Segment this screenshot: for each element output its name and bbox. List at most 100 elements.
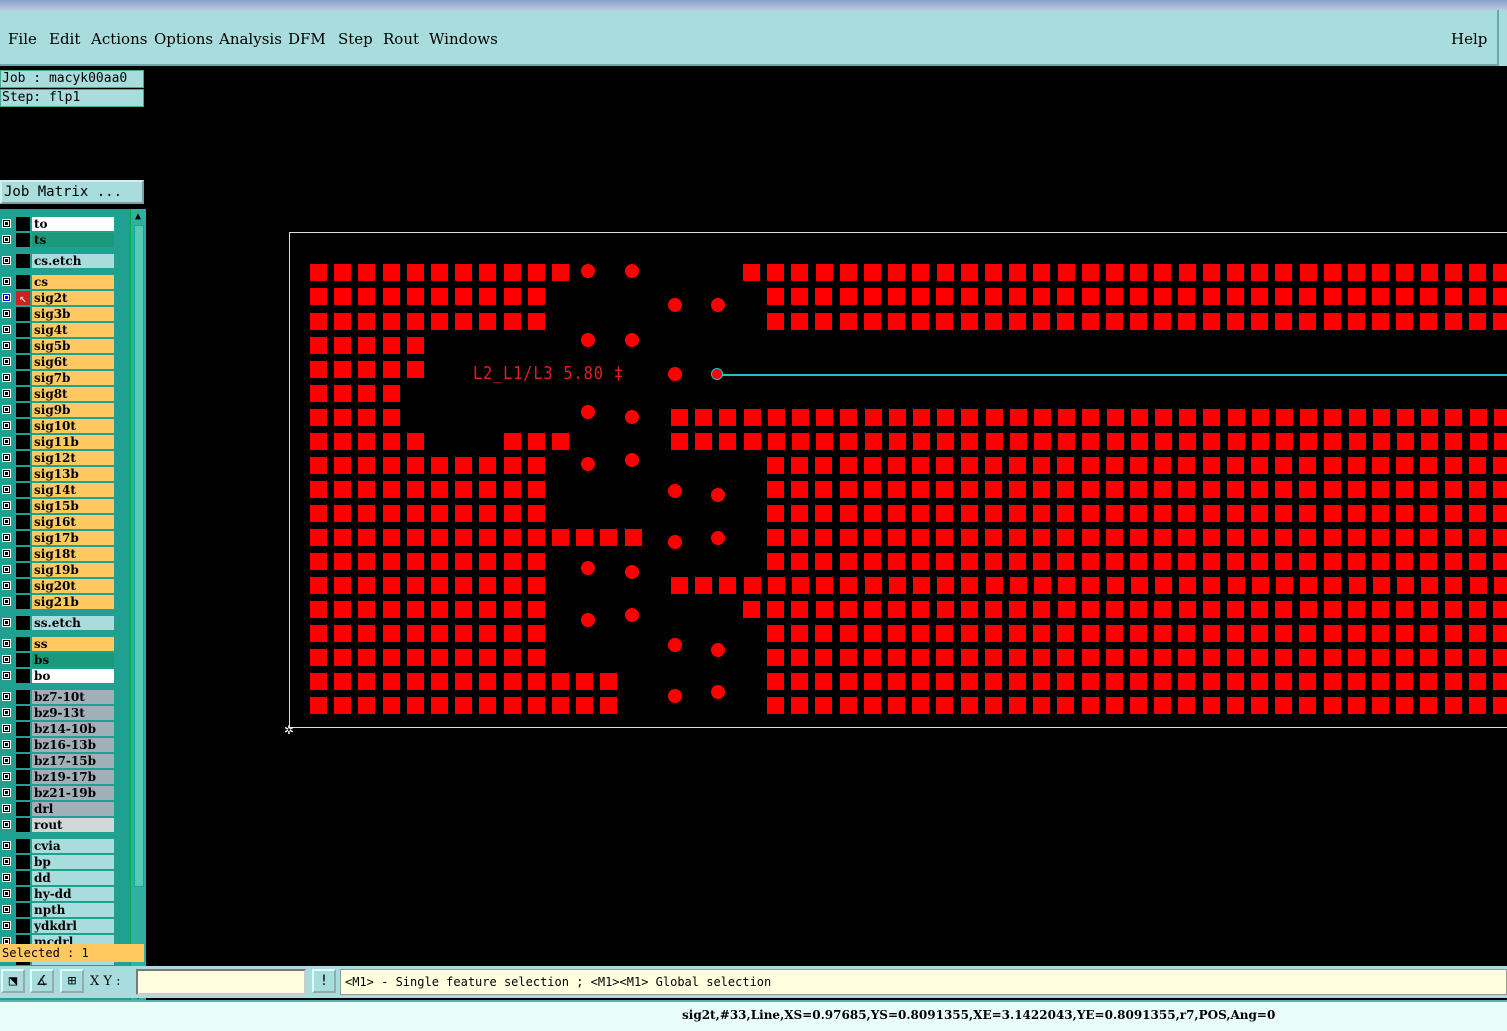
layer-marker[interactable]	[16, 770, 30, 784]
layer-checkbox[interactable]	[2, 565, 11, 574]
scroll-up-arrow-icon[interactable]: ▲	[133, 211, 143, 223]
layer-marker[interactable]	[16, 307, 30, 321]
layer-checkbox[interactable]	[2, 857, 11, 866]
layer-marker[interactable]	[16, 233, 30, 247]
layer-row-rout[interactable]: rout	[0, 817, 130, 833]
layer-checkbox[interactable]	[2, 357, 11, 366]
layer-row-sig19b[interactable]: sig19b	[0, 562, 130, 578]
layer-row-sig21b[interactable]: sig21b	[0, 594, 130, 610]
layer-name[interactable]: sig19b	[32, 563, 114, 577]
layer-checkbox[interactable]	[2, 517, 11, 526]
layer-row-cs[interactable]: cs	[0, 274, 130, 290]
job-matrix-button[interactable]: Job Matrix ...	[0, 180, 144, 204]
layer-checkbox[interactable]	[2, 708, 11, 717]
layer-row-ydkdrl[interactable]: ydkdrl	[0, 918, 130, 934]
layer-marker[interactable]	[16, 722, 30, 736]
layer-name[interactable]: sig18t	[32, 547, 114, 561]
layer-marker[interactable]	[16, 579, 30, 593]
layer-name[interactable]: to	[32, 217, 114, 231]
layer-name[interactable]: ts	[32, 233, 114, 247]
layer-marker[interactable]	[16, 371, 30, 385]
layer-marker[interactable]	[16, 355, 30, 369]
alert-icon[interactable]: !	[312, 969, 336, 993]
layer-row-bz14-10b[interactable]: bz14-10b	[0, 721, 130, 737]
layer-checkbox[interactable]	[2, 921, 11, 930]
layer-checkbox[interactable]	[2, 309, 11, 318]
layer-checkbox[interactable]	[2, 549, 11, 558]
layer-row-sig3b[interactable]: sig3b	[0, 306, 130, 322]
layer-marker[interactable]	[16, 435, 30, 449]
layer-checkbox[interactable]	[2, 437, 11, 446]
layer-row-bo[interactable]: bo	[0, 668, 130, 684]
layer-checkbox[interactable]	[2, 325, 11, 334]
layer-row-cvia[interactable]: cvia	[0, 838, 130, 854]
layer-name[interactable]: bo	[32, 669, 114, 683]
layer-checkbox[interactable]	[2, 804, 11, 813]
layer-checkbox[interactable]	[2, 597, 11, 606]
layer-marker[interactable]	[16, 451, 30, 465]
layer-name[interactable]: drl	[32, 802, 114, 816]
layer-row-drl[interactable]: drl	[0, 801, 130, 817]
menu-windows[interactable]: Windows	[429, 30, 498, 48]
layer-name[interactable]: rout	[32, 818, 114, 832]
layer-name[interactable]: dd	[32, 871, 114, 885]
layer-marker[interactable]	[16, 323, 30, 337]
layer-row-sig13b[interactable]: sig13b	[0, 466, 130, 482]
layer-row-cs.etch[interactable]: cs.etch	[0, 253, 130, 269]
layer-row-sig5b[interactable]: sig5b	[0, 338, 130, 354]
layer-row-ss[interactable]: ss	[0, 636, 130, 652]
layer-row-sig16t[interactable]: sig16t	[0, 514, 130, 530]
layer-name[interactable]: sig14t	[32, 483, 114, 497]
layer-checkbox[interactable]	[2, 873, 11, 882]
layer-marker[interactable]	[16, 637, 30, 651]
angle-icon[interactable]: ∡	[30, 969, 54, 993]
layer-row-sig7b[interactable]: sig7b	[0, 370, 130, 386]
menu-options[interactable]: Options	[154, 30, 213, 48]
layer-checkbox[interactable]	[2, 293, 11, 302]
graphics-canvas[interactable]: L2_L1/L3 5.80 ‡ ✲	[148, 68, 1507, 966]
layer-row-sig20t[interactable]: sig20t	[0, 578, 130, 594]
layer-row-sig2t[interactable]: ↖ sig2t	[0, 290, 130, 306]
layer-checkbox[interactable]	[2, 905, 11, 914]
layer-checkbox[interactable]	[2, 618, 11, 627]
layer-name[interactable]: sig11b	[32, 435, 114, 449]
layer-marker[interactable]	[16, 738, 30, 752]
layer-row-bs[interactable]: bs	[0, 652, 130, 668]
layer-name[interactable]: sig7b	[32, 371, 114, 385]
layer-row-sig18t[interactable]: sig18t	[0, 546, 130, 562]
layer-name[interactable]: sig4t	[32, 323, 114, 337]
layer-row-sig9b[interactable]: sig9b	[0, 402, 130, 418]
layer-name[interactable]: sig12t	[32, 451, 114, 465]
menu-dfm[interactable]: DFM	[288, 30, 326, 48]
layer-checkbox[interactable]	[2, 533, 11, 542]
layer-marker[interactable]	[16, 802, 30, 816]
layer-checkbox[interactable]	[2, 671, 11, 680]
layer-marker[interactable]	[16, 217, 30, 231]
layer-checkbox[interactable]	[2, 405, 11, 414]
layer-name[interactable]: sig3b	[32, 307, 114, 321]
layer-row-bz9-13t[interactable]: bz9-13t	[0, 705, 130, 721]
layer-marker[interactable]	[16, 531, 30, 545]
layer-checkbox[interactable]	[2, 772, 11, 781]
layer-checkbox[interactable]	[2, 655, 11, 664]
layer-row-sig11b[interactable]: sig11b	[0, 434, 130, 450]
layer-checkbox[interactable]	[2, 277, 11, 286]
layer-name[interactable]: bz7-10t	[32, 690, 114, 704]
layer-checkbox[interactable]	[2, 756, 11, 765]
layer-marker[interactable]	[16, 818, 30, 832]
layer-marker[interactable]	[16, 616, 30, 630]
menu-step[interactable]: Step	[338, 30, 373, 48]
layer-marker[interactable]	[16, 515, 30, 529]
layer-name[interactable]: sig8t	[32, 387, 114, 401]
layer-checkbox[interactable]	[2, 820, 11, 829]
layer-checkbox[interactable]	[2, 389, 11, 398]
layer-checkbox[interactable]	[2, 788, 11, 797]
layer-name[interactable]: sig21b	[32, 595, 114, 609]
layer-name[interactable]: sig17b	[32, 531, 114, 545]
layer-marker[interactable]	[16, 786, 30, 800]
layer-marker[interactable]	[16, 690, 30, 704]
layer-row-ss.etch[interactable]: ss.etch	[0, 615, 130, 631]
layer-name[interactable]: hy-dd	[32, 887, 114, 901]
layer-name[interactable]: bz16-13b	[32, 738, 114, 752]
layer-row-hy-dd[interactable]: hy-dd	[0, 886, 130, 902]
